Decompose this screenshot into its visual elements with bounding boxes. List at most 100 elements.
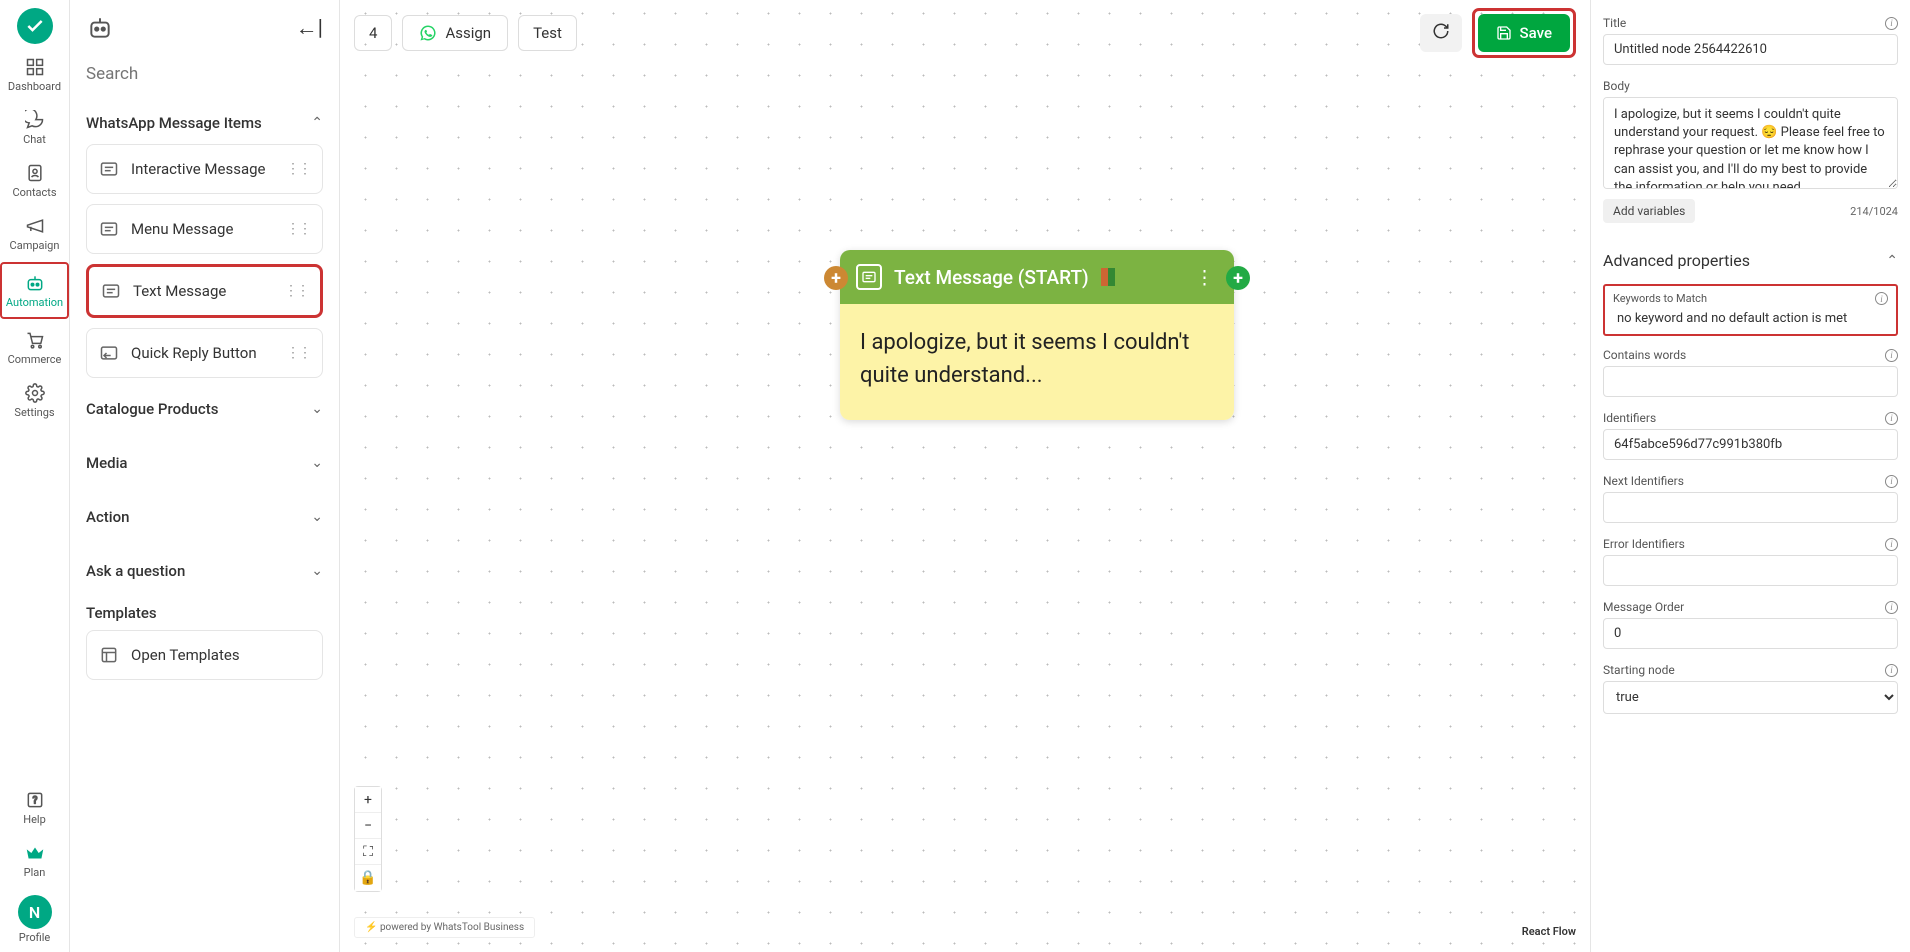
- section-title: Ask a question: [86, 562, 185, 580]
- nav-label: Help: [23, 813, 46, 826]
- info-icon[interactable]: i: [1885, 349, 1898, 362]
- gear-icon: [24, 382, 46, 404]
- nav-campaign[interactable]: Campaign: [0, 207, 69, 260]
- node-count-badge: 4: [354, 15, 392, 51]
- drag-handle-icon[interactable]: ⋮⋮: [286, 221, 310, 237]
- keywords-to-match-field[interactable]: Keywords to Match i no keyword and no de…: [1603, 284, 1898, 336]
- info-icon[interactable]: i: [1885, 475, 1898, 488]
- test-button[interactable]: Test: [518, 15, 577, 51]
- message-icon: [856, 264, 882, 290]
- node-body-preview: I apologize, but it seems I couldn't qui…: [840, 304, 1234, 420]
- fit-view-button[interactable]: ⛶: [355, 839, 381, 865]
- nav-contacts[interactable]: Contacts: [0, 154, 69, 207]
- info-icon[interactable]: i: [1875, 292, 1888, 305]
- body-textarea[interactable]: I apologize, but it seems I couldn't qui…: [1603, 97, 1898, 189]
- assign-button[interactable]: Assign: [402, 15, 508, 51]
- nav-dashboard[interactable]: Dashboard: [0, 48, 69, 101]
- section-title: Action: [86, 508, 129, 526]
- help-icon: ?: [24, 789, 46, 811]
- info-icon[interactable]: i: [1885, 538, 1898, 551]
- section-catalogue[interactable]: Catalogue Products ⌄: [86, 388, 323, 430]
- component-label: Quick Reply Button: [131, 344, 274, 362]
- contacts-icon: [24, 162, 46, 184]
- drag-handle-icon[interactable]: ⋮⋮: [286, 345, 310, 361]
- zoom-in-button[interactable]: +: [355, 787, 381, 813]
- nav-profile[interactable]: N Profile: [0, 887, 69, 952]
- svg-text:?: ?: [32, 795, 37, 806]
- bot-icon: [86, 14, 114, 42]
- avatar: N: [18, 895, 52, 929]
- drag-handle-icon[interactable]: ⋮⋮: [284, 283, 308, 299]
- advanced-properties-toggle[interactable]: Advanced properties ⌃: [1603, 241, 1898, 284]
- node-menu-icon[interactable]: ⋮: [1191, 266, 1218, 289]
- campaign-icon: [24, 215, 46, 237]
- nav-chat[interactable]: Chat: [0, 101, 69, 154]
- lock-button[interactable]: 🔒: [355, 865, 381, 891]
- search-input[interactable]: [86, 64, 323, 84]
- info-icon[interactable]: i: [1885, 17, 1898, 30]
- canvas[interactable]: 4 Assign Test Save + + Text Message (STA…: [340, 0, 1590, 952]
- identifiers-input[interactable]: [1603, 429, 1898, 460]
- message-icon: [99, 159, 119, 179]
- open-templates-button[interactable]: Open Templates: [86, 630, 323, 680]
- react-flow-attribution: React Flow: [1522, 925, 1576, 938]
- properties-panel: Title i Body I apologize, but it seems I…: [1590, 0, 1910, 952]
- assign-label: Assign: [445, 24, 491, 42]
- nav-commerce[interactable]: Commerce: [0, 321, 69, 374]
- section-media[interactable]: Media ⌄: [86, 442, 323, 484]
- chevron-down-icon: ⌄: [311, 563, 323, 579]
- chat-icon: [24, 109, 46, 131]
- section-ask-question[interactable]: Ask a question ⌄: [86, 550, 323, 592]
- component-interactive-message[interactable]: Interactive Message ⋮⋮: [86, 144, 323, 194]
- node-title: Text Message (START): [894, 266, 1089, 289]
- keywords-value: no keyword and no default action is met: [1613, 311, 1888, 326]
- component-panel: ←| WhatsApp Message Items ⌃ Interactive …: [70, 0, 340, 952]
- info-icon[interactable]: i: [1885, 664, 1898, 677]
- section-title: Catalogue Products: [86, 400, 218, 418]
- chevron-down-icon: ⌄: [311, 401, 323, 417]
- error-identifiers-label: Error Identifiers: [1603, 537, 1685, 551]
- contains-words-input[interactable]: [1603, 366, 1898, 397]
- nav-rail: Dashboard Chat Contacts Campaign Automat…: [0, 0, 70, 952]
- save-button[interactable]: Save: [1478, 14, 1570, 52]
- nav-plan[interactable]: Plan: [0, 834, 69, 887]
- error-identifiers-input[interactable]: [1603, 555, 1898, 586]
- starting-node-label: Starting node: [1603, 663, 1675, 677]
- info-icon[interactable]: i: [1885, 601, 1898, 614]
- identifiers-label: Identifiers: [1603, 411, 1656, 425]
- message-icon: [99, 219, 119, 239]
- message-order-input[interactable]: [1603, 618, 1898, 649]
- nav-label: Profile: [19, 931, 50, 944]
- node-output-handle[interactable]: +: [1226, 266, 1250, 290]
- flow-node-text-message[interactable]: + + Text Message (START) ⋮ I apologize, …: [840, 250, 1234, 420]
- component-text-message[interactable]: Text Message ⋮⋮: [86, 264, 323, 318]
- starting-node-select[interactable]: true: [1603, 681, 1898, 714]
- component-label: Menu Message: [131, 220, 274, 238]
- nav-automation[interactable]: Automation: [0, 262, 69, 319]
- chevron-down-icon: ⌄: [311, 509, 323, 525]
- nav-label: Automation: [6, 296, 63, 309]
- nav-settings[interactable]: Settings: [0, 374, 69, 427]
- reload-button[interactable]: [1420, 14, 1462, 52]
- nav-label: Campaign: [10, 239, 60, 252]
- info-icon[interactable]: i: [1885, 412, 1898, 425]
- save-icon: [1496, 25, 1512, 41]
- drag-handle-icon[interactable]: ⋮⋮: [286, 161, 310, 177]
- back-arrow-icon[interactable]: ←|: [296, 15, 323, 41]
- section-action[interactable]: Action ⌄: [86, 496, 323, 538]
- open-templates-label: Open Templates: [131, 646, 310, 664]
- add-variables-button[interactable]: Add variables: [1603, 199, 1695, 223]
- zoom-out-button[interactable]: −: [355, 813, 381, 839]
- node-input-handle[interactable]: +: [824, 266, 848, 290]
- section-whatsapp-items[interactable]: WhatsApp Message Items ⌃: [86, 102, 323, 144]
- section-title: WhatsApp Message Items: [86, 114, 262, 132]
- nav-help[interactable]: ? Help: [0, 781, 69, 834]
- whatsapp-icon: [419, 24, 437, 42]
- component-quick-reply[interactable]: Quick Reply Button ⋮⋮: [86, 328, 323, 378]
- next-identifiers-input[interactable]: [1603, 492, 1898, 523]
- app-logo[interactable]: [17, 8, 53, 44]
- title-input[interactable]: [1603, 34, 1898, 65]
- next-identifiers-label: Next Identifiers: [1603, 474, 1684, 488]
- title-label: Title: [1603, 16, 1626, 30]
- component-menu-message[interactable]: Menu Message ⋮⋮: [86, 204, 323, 254]
